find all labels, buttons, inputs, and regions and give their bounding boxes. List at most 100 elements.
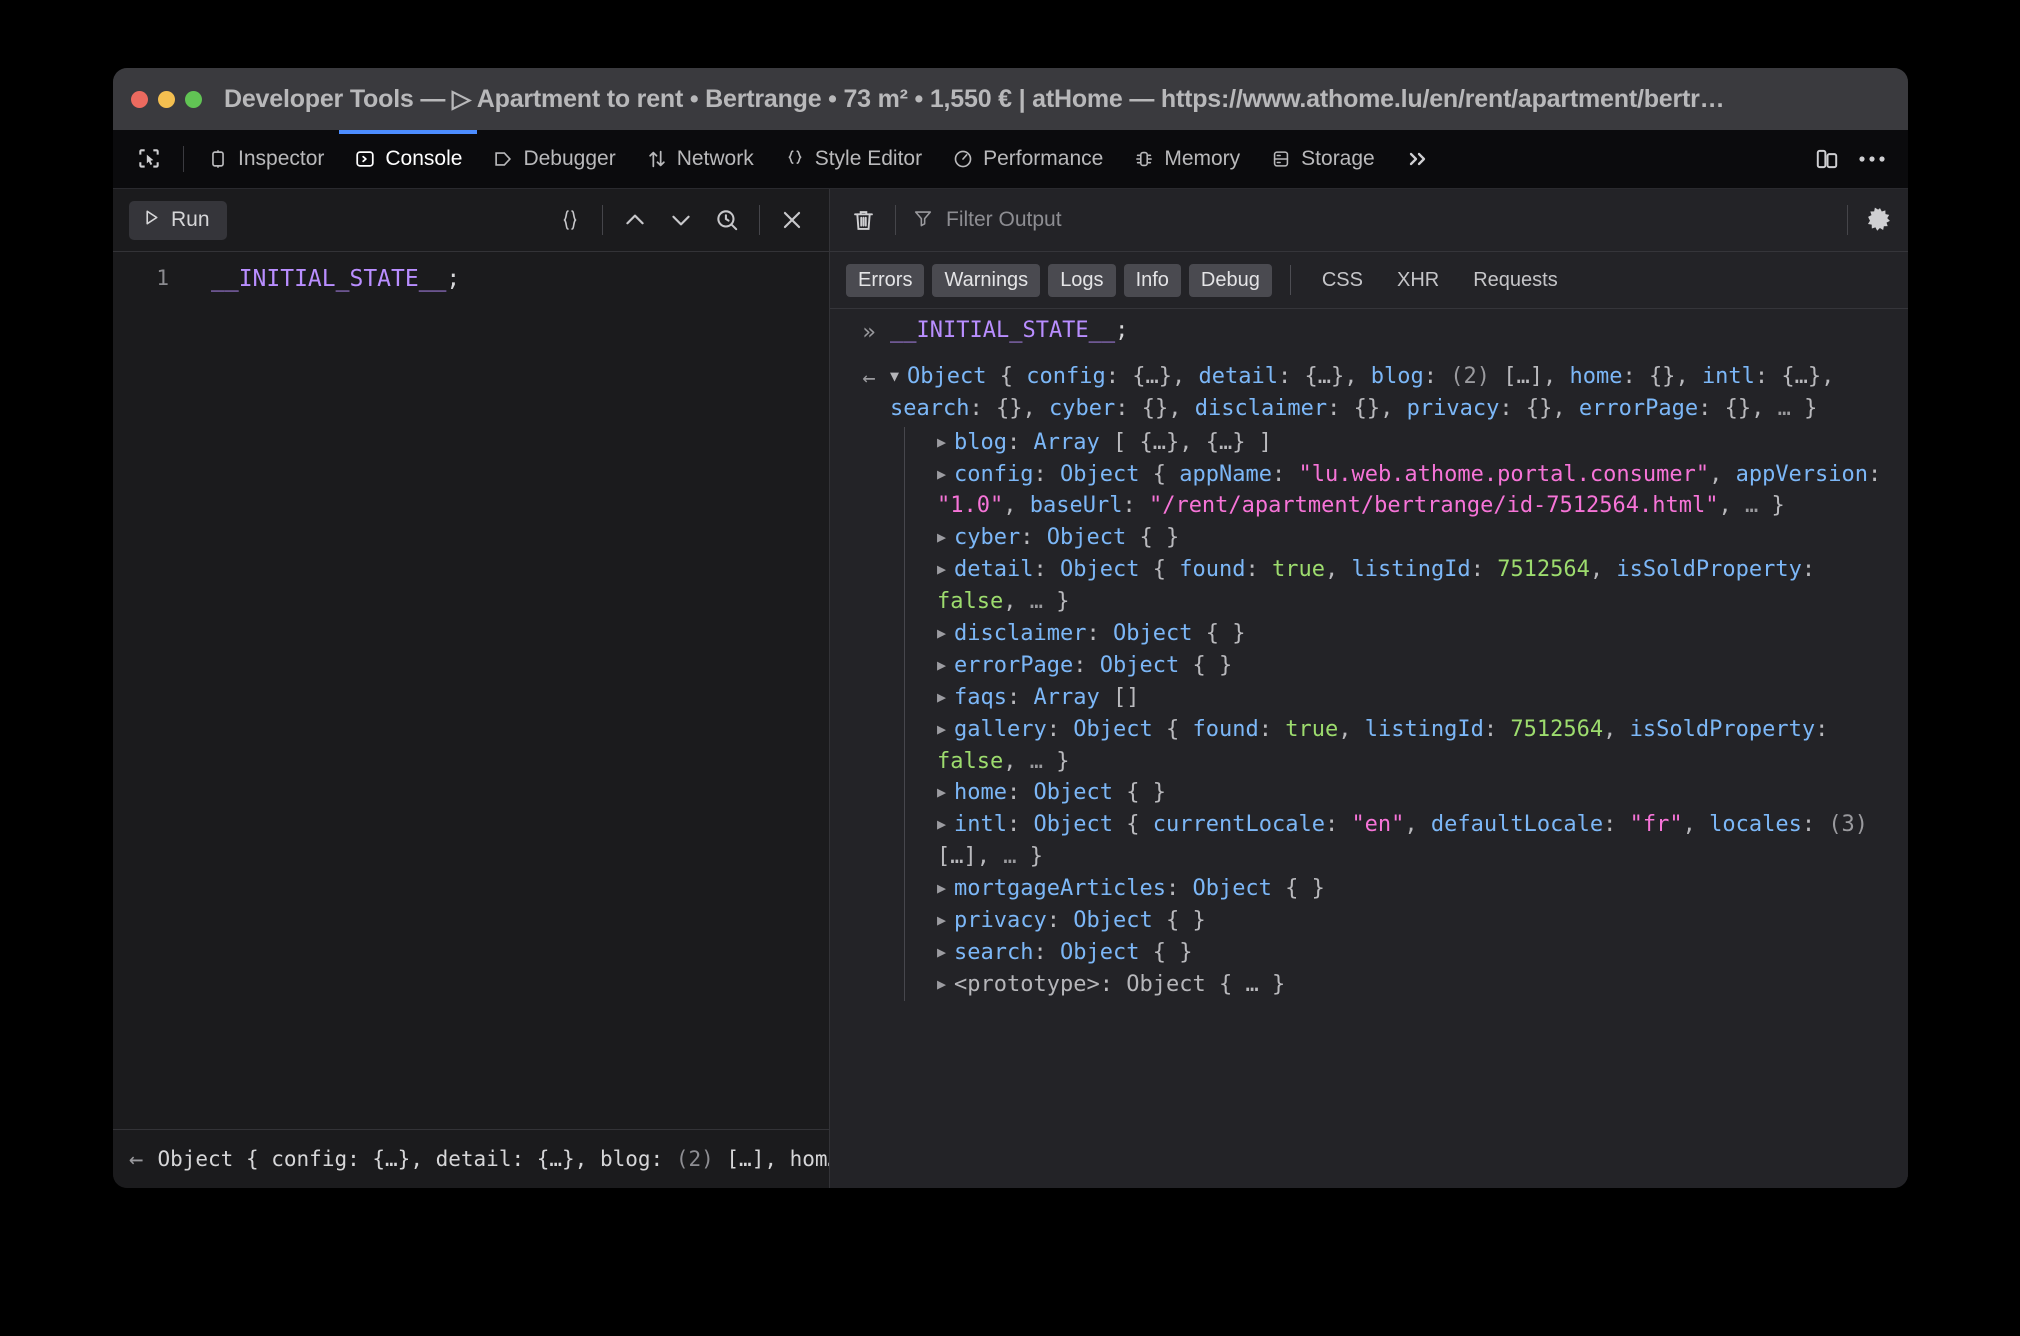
minimize-window-button[interactable] (158, 91, 175, 108)
expand-triangle-icon[interactable]: ▶ (937, 719, 946, 741)
console-input-text: __INITIAL_STATE__; (890, 315, 1898, 349)
property-row-disclaimer[interactable]: ▶disclaimer: Object { } (933, 618, 1898, 650)
run-button[interactable]: Run (129, 201, 227, 240)
console-icon (354, 148, 376, 170)
brace-open: { (1000, 364, 1013, 389)
expand-triangle-icon[interactable]: ▶ (937, 464, 946, 486)
editor-pane: Run (113, 189, 830, 1188)
property-row-cyber[interactable]: ▶cyber: Object { } (933, 522, 1898, 554)
property-row-privacy[interactable]: ▶privacy: Object { } (933, 905, 1898, 937)
property-row-intl[interactable]: ▶intl: Object { currentLocale: "en", def… (933, 809, 1898, 873)
expand-triangle-icon[interactable]: ▶ (937, 782, 946, 804)
curly-braces-icon[interactable] (547, 200, 593, 240)
property-row-config[interactable]: ▶config: Object { appName: "lu.web.athom… (933, 459, 1898, 523)
object-type: Object (907, 364, 986, 389)
meatball-menu-icon[interactable] (1858, 154, 1886, 164)
zoom-window-button[interactable] (185, 91, 202, 108)
line-number: 1 (113, 266, 183, 292)
run-label: Run (171, 208, 210, 232)
filter-chip-requests[interactable]: Requests (1460, 264, 1571, 297)
property-row-prototype[interactable]: ▶<prototype>: Object { … } (933, 969, 1898, 1001)
chevron-down-icon[interactable] (658, 200, 704, 240)
tab-network[interactable]: Network (631, 130, 769, 188)
expand-triangle-icon[interactable]: ▶ (937, 910, 946, 932)
chevron-double-right-icon[interactable] (1390, 130, 1446, 188)
responsive-design-mode-icon[interactable] (1814, 146, 1840, 172)
devtools-window: Developer Tools — ▷ Apartment to rent • … (113, 68, 1908, 1188)
console-filter-chips: Errors Warnings Logs Info Debug CSS XHR … (830, 252, 1908, 309)
filter-chip-info[interactable]: Info (1124, 264, 1181, 297)
console-messages-list[interactable]: » __INITIAL_STATE__; ← ▼Object { config:… (830, 309, 1908, 1188)
tab-label: Debugger (523, 147, 615, 171)
tab-label: Inspector (238, 147, 324, 171)
tab-memory[interactable]: Memory (1118, 130, 1255, 188)
input-expression: __INITIAL_STATE__ (890, 318, 1115, 343)
expand-triangle-icon[interactable]: ▶ (937, 559, 946, 581)
expand-triangle-icon[interactable]: ▼ (890, 366, 899, 388)
tab-label: Memory (1164, 147, 1240, 171)
trash-icon[interactable] (850, 207, 877, 234)
element-picker-icon[interactable] (123, 130, 175, 188)
filter-chip-debug[interactable]: Debug (1189, 264, 1272, 297)
console-toolbar (830, 189, 1908, 252)
filter-chip-warnings[interactable]: Warnings (932, 264, 1040, 297)
filter-chip-xhr[interactable]: XHR (1384, 264, 1452, 297)
filter-output-field[interactable] (912, 207, 1837, 234)
expand-triangle-icon[interactable]: ▶ (937, 623, 946, 645)
property-row-faqs[interactable]: ▶faqs: Array [] (933, 682, 1898, 714)
input-chevron-icon: » (848, 315, 890, 349)
expand-triangle-icon[interactable]: ▶ (937, 974, 946, 996)
property-row-search[interactable]: ▶search: Object { } (933, 937, 1898, 969)
editor-toolbar: Run (113, 189, 829, 252)
toolbar-divider (183, 146, 184, 172)
filter-chip-logs[interactable]: Logs (1048, 264, 1115, 297)
console-split-view: Run (113, 189, 1908, 1188)
expand-triangle-icon[interactable]: ▶ (937, 432, 946, 454)
network-icon (646, 148, 668, 170)
filter-chip-errors[interactable]: Errors (846, 264, 924, 297)
chips-divider (1290, 265, 1291, 295)
window-title: Developer Tools — ▷ Apartment to rent • … (224, 84, 1724, 114)
code-semicolon: ; (446, 266, 460, 292)
eager-preview: Object { config: {…}, detail: {…}, blog:… (157, 1147, 829, 1171)
code-editor[interactable]: 1 __INITIAL_STATE__; (113, 252, 829, 1129)
property-row-errorPage[interactable]: ▶errorPage: Object { } (933, 650, 1898, 682)
close-window-button[interactable] (131, 91, 148, 108)
property-row-home[interactable]: ▶home: Object { } (933, 777, 1898, 809)
tab-label: Performance (983, 147, 1103, 171)
property-row-blog[interactable]: ▶blog: Array [ {…}, {…} ] (933, 427, 1898, 459)
tab-style-editor[interactable]: Style Editor (769, 130, 937, 188)
chevron-up-icon[interactable] (612, 200, 658, 240)
tab-storage[interactable]: Storage (1255, 130, 1390, 188)
tab-debugger[interactable]: Debugger (477, 130, 630, 188)
console-input-message: » __INITIAL_STATE__; (830, 309, 1908, 355)
object-summary-line[interactable]: ▼Object { config: {…}, detail: {…}, blog… (890, 361, 1898, 425)
property-row-detail[interactable]: ▶detail: Object { found: true, listingId… (933, 554, 1898, 618)
search-input[interactable] (944, 207, 1837, 233)
editor-line: 1 __INITIAL_STATE__; (113, 252, 829, 292)
tab-console[interactable]: Console (339, 130, 477, 188)
storage-icon (1270, 148, 1292, 170)
filter-chip-css[interactable]: CSS (1309, 264, 1376, 297)
search-history-icon[interactable] (704, 200, 750, 240)
property-row-gallery[interactable]: ▶gallery: Object { found: true, listingI… (933, 714, 1898, 778)
tab-label: Console (385, 147, 462, 171)
object-properties-list: ▶blog: Array [ {…}, {…} ] ▶config: Objec… (904, 427, 1898, 1001)
performance-icon (952, 148, 974, 170)
expand-triangle-icon[interactable]: ▶ (937, 687, 946, 709)
tab-inspector[interactable]: Inspector (192, 130, 339, 188)
tab-performance[interactable]: Performance (937, 130, 1118, 188)
eager-preview-prefix: Object { config: {…}, detail: {…}, blog: (157, 1147, 675, 1171)
expand-triangle-icon[interactable]: ▶ (937, 527, 946, 549)
memory-icon (1133, 148, 1155, 170)
result-object: ▼Object { config: {…}, detail: {…}, blog… (890, 361, 1898, 1001)
result-arrow-icon: ← (848, 361, 890, 1001)
gear-icon[interactable] (1866, 206, 1894, 234)
expand-triangle-icon[interactable]: ▶ (937, 942, 946, 964)
property-row-mortgageArticles[interactable]: ▶mortgageArticles: Object { } (933, 873, 1898, 905)
eager-evaluation-bar: ← Object { config: {…}, detail: {…}, blo… (113, 1129, 829, 1188)
expand-triangle-icon[interactable]: ▶ (937, 814, 946, 836)
close-x-icon[interactable] (769, 200, 815, 240)
expand-triangle-icon[interactable]: ▶ (937, 655, 946, 677)
expand-triangle-icon[interactable]: ▶ (937, 878, 946, 900)
